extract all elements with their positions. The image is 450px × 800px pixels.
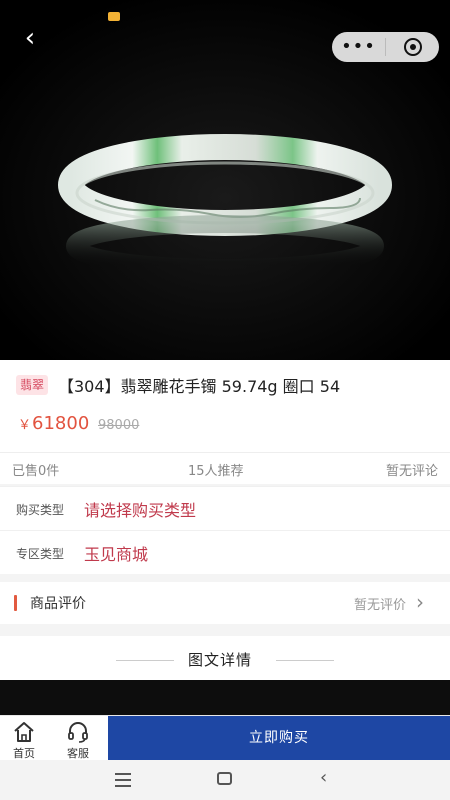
buy-type-label: 购买类型 <box>16 503 65 517</box>
original-price: 98000 <box>98 418 140 433</box>
headset-icon <box>68 722 88 743</box>
zone-type-label: 专区类型 <box>16 547 65 561</box>
review-empty-text: 暂无评价 <box>353 598 406 613</box>
product-title: 【304】翡翠雕花手镯 59.74g 圈口 54 <box>58 377 341 396</box>
buy-type-select[interactable]: 请选择购买类型 <box>84 497 196 521</box>
recent-apps-icon[interactable] <box>115 773 131 791</box>
product-info: 翡翠 【304】翡翠雕花手镯 59.74g 圈口 54 ￥61800 98000 <box>0 360 450 452</box>
zone-type-value: 玉见商城 <box>84 545 149 564</box>
bottom-action-bar: 首页 客服 立即购买 <box>0 715 450 761</box>
more-dots-icon[interactable]: ••• <box>332 32 385 62</box>
stats-row: 已售0件 15人推荐 暂无评论 <box>0 452 450 484</box>
review-status: 暂无评论 <box>385 464 438 479</box>
detail-image-preview <box>0 680 450 720</box>
chevron-right-icon: › <box>416 590 424 614</box>
category-tag: 翡翠 <box>16 375 49 395</box>
back-button[interactable]: ‹ <box>14 22 46 54</box>
home-button[interactable]: 首页 <box>0 716 48 761</box>
review-title: 商品评价 <box>30 596 86 612</box>
section-accent-bar <box>14 595 17 611</box>
service-label: 客服 <box>67 747 89 760</box>
review-section[interactable]: 商品评价 暂无评价 › <box>0 582 450 624</box>
recommend-count: 15人推荐 <box>188 464 244 479</box>
divider-line-left <box>116 660 174 661</box>
system-navigation-bar: ‹ <box>0 760 450 800</box>
home-label: 首页 <box>13 747 35 760</box>
notification-icon <box>108 12 120 21</box>
chevron-left-icon: ‹ <box>24 23 36 53</box>
product-price: ￥61800 <box>18 413 89 434</box>
customer-service-button[interactable]: 客服 <box>54 716 102 761</box>
buy-type-row[interactable]: 购买类型 请选择购买类型 <box>0 486 450 530</box>
detail-title: 图文详情 <box>188 651 253 669</box>
product-image[interactable]: ‹ ••• <box>0 0 450 360</box>
home-icon <box>14 722 34 742</box>
zone-type-row: 专区类型 玉见商城 <box>0 530 450 574</box>
buy-now-button[interactable]: 立即购买 <box>108 716 450 761</box>
price-value: 61800 <box>32 413 90 434</box>
detail-header: 图文详情 <box>0 636 450 684</box>
home-square-icon[interactable] <box>217 772 232 785</box>
target-icon <box>403 38 422 56</box>
system-back-icon[interactable]: ‹ <box>320 767 327 788</box>
currency-symbol: ￥ <box>18 418 32 433</box>
close-target-button[interactable] <box>386 32 439 62</box>
mini-program-capsule: ••• <box>332 32 439 62</box>
sold-count: 已售0件 <box>12 464 60 479</box>
divider-line-right <box>276 660 334 661</box>
